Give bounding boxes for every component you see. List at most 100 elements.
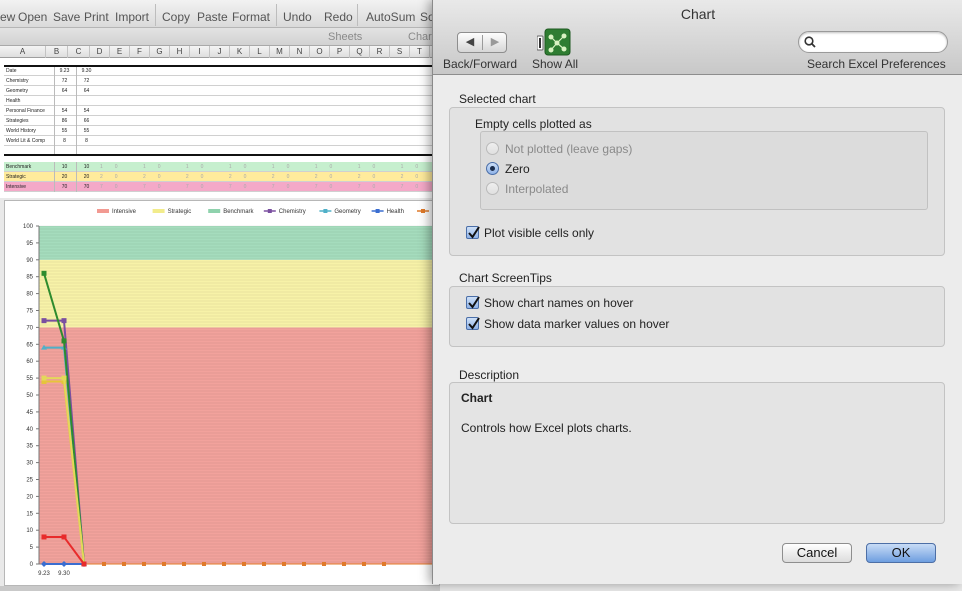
cell-b[interactable]: 8 bbox=[54, 136, 74, 146]
table-row[interactable]: Strategic 2020 20 20 20 20 20 20 20 20 20 … bbox=[4, 172, 440, 182]
column-header[interactable]: D bbox=[90, 46, 110, 58]
column-header[interactable]: G bbox=[150, 46, 170, 58]
table-row[interactable]: World History 55 55 bbox=[4, 126, 440, 136]
row-label: Intensive bbox=[6, 184, 27, 190]
ribbon-tab-charts[interactable]: Char bbox=[408, 31, 432, 43]
column-header[interactable]: J bbox=[210, 46, 230, 58]
column-header[interactable]: R bbox=[370, 46, 390, 58]
column-header[interactable]: F bbox=[130, 46, 150, 58]
cell-c[interactable]: 9.30 bbox=[76, 66, 96, 76]
selected-chart-title: Selected chart bbox=[459, 92, 536, 106]
toolbar-format[interactable]: Format bbox=[232, 10, 270, 24]
cell-repeat: 10 10 10 10 10 10 10 10 10 10 10 10 10 1… bbox=[100, 164, 440, 170]
cell-c[interactable]: 54 bbox=[76, 106, 96, 116]
radio-interpolated[interactable] bbox=[486, 182, 499, 195]
column-header[interactable]: C bbox=[68, 46, 90, 58]
ribbon-tab-sheets[interactable]: Sheets bbox=[328, 31, 362, 43]
cell-b[interactable]: 10 bbox=[54, 162, 74, 172]
search-input[interactable] bbox=[798, 31, 948, 53]
back-arrow-icon[interactable]: ◀ bbox=[458, 33, 482, 52]
column-header[interactable]: T bbox=[410, 46, 430, 58]
table-row[interactable]: Health bbox=[4, 96, 440, 106]
toolbar-save[interactable]: Save bbox=[53, 10, 80, 24]
cell-repeat bbox=[100, 126, 440, 136]
cell-b[interactable]: 20 bbox=[54, 172, 74, 182]
excel-ribbon: Sheets Char bbox=[0, 28, 440, 46]
legend-swatch bbox=[97, 209, 109, 213]
column-header[interactable]: K bbox=[230, 46, 250, 58]
sheet-tabs[interactable] bbox=[0, 586, 440, 591]
ok-button[interactable]: OK bbox=[866, 543, 936, 563]
cell-b[interactable]: 64 bbox=[54, 86, 74, 96]
toolbar-import[interactable]: Import bbox=[115, 10, 149, 24]
column-header[interactable]: B bbox=[46, 46, 68, 58]
toolbar-autosum[interactable]: AutoSum bbox=[366, 10, 415, 24]
table-row[interactable]: Intensive 7070 70 70 70 70 70 70 70 70 70 … bbox=[4, 182, 440, 192]
column-header[interactable]: S bbox=[390, 46, 410, 58]
column-header[interactable]: M bbox=[270, 46, 290, 58]
spreadsheet-grid[interactable]: Date 9.23 9.30 Chemistry 72 72 Geometry 64 64 Hea… bbox=[0, 58, 440, 198]
column-header[interactable]: I bbox=[190, 46, 210, 58]
column-header[interactable]: Q bbox=[350, 46, 370, 58]
cell-b[interactable]: 9.23 bbox=[54, 66, 74, 76]
search-icon bbox=[804, 36, 816, 48]
cancel-button[interactable]: Cancel bbox=[782, 543, 852, 563]
table-row[interactable]: Chemistry 72 72 bbox=[4, 76, 440, 86]
cell-b[interactable]: 86 bbox=[54, 116, 74, 126]
cell-c[interactable]: 10 bbox=[76, 162, 96, 172]
cell-b[interactable]: 72 bbox=[54, 76, 74, 86]
cell-b[interactable]: 54 bbox=[54, 106, 74, 116]
column-header[interactable]: A bbox=[0, 46, 46, 58]
table-row[interactable]: Strategies 86 66 bbox=[4, 116, 440, 126]
legend-label: Chemistry bbox=[279, 209, 306, 215]
cell-c[interactable]: 66 bbox=[76, 116, 96, 126]
cell-b[interactable]: 55 bbox=[54, 126, 74, 136]
column-header[interactable]: E bbox=[110, 46, 130, 58]
forward-arrow-icon[interactable]: ▶ bbox=[483, 33, 507, 52]
toolbar-undo[interactable]: Undo bbox=[283, 10, 312, 24]
cell-b[interactable]: 70 bbox=[54, 182, 74, 192]
column-header[interactable]: L bbox=[250, 46, 270, 58]
back-forward-control[interactable]: ◀ ▶ bbox=[457, 32, 507, 53]
radio-not-plotted[interactable] bbox=[486, 142, 499, 155]
table-row[interactable]: Benchmark 1010 10 10 10 10 10 10 10 10 10 … bbox=[4, 162, 440, 172]
line-chart[interactable]: 0 5 10 15 20 25 30 35 40 45 50 55 60 65 70 75 80 85 90 95 10… bbox=[5, 201, 441, 587]
column-header[interactable]: O bbox=[310, 46, 330, 58]
column-header[interactable]: H bbox=[170, 46, 190, 58]
radio-zero[interactable] bbox=[486, 162, 499, 175]
table-row[interactable]: World Lit & Comp 8 8 bbox=[4, 136, 440, 146]
chart-object[interactable]: 0 5 10 15 20 25 30 35 40 45 50 55 60 65 70 75 80 85 90 95 10… bbox=[4, 200, 440, 586]
cell-c[interactable]: 64 bbox=[76, 86, 96, 96]
cell-c[interactable] bbox=[76, 96, 96, 106]
cell-c[interactable]: 70 bbox=[76, 182, 96, 192]
table-row[interactable]: Personal Finance 54 54 bbox=[4, 106, 440, 116]
series-marker bbox=[41, 318, 47, 324]
empty-cells-title: Empty cells plotted as bbox=[475, 117, 592, 131]
toolbar-new[interactable]: ew bbox=[0, 10, 15, 24]
row-label: Strategic bbox=[6, 174, 26, 180]
table-row[interactable]: Date 9.23 9.30 bbox=[4, 66, 440, 76]
toolbar-open[interactable]: Open bbox=[18, 10, 47, 24]
show-all-icon[interactable] bbox=[537, 28, 571, 56]
cell-c[interactable]: 72 bbox=[76, 76, 96, 86]
show-names-checkbox[interactable] bbox=[466, 296, 480, 309]
column-header[interactable]: N bbox=[290, 46, 310, 58]
column-header[interactable]: P bbox=[330, 46, 350, 58]
screentips-title: Chart ScreenTips bbox=[459, 271, 552, 285]
toolbar-redo[interactable]: Redo bbox=[324, 10, 353, 24]
cell-b[interactable] bbox=[54, 96, 74, 106]
cell-c[interactable]: 8 bbox=[76, 136, 96, 146]
show-values-checkbox[interactable] bbox=[466, 317, 480, 330]
table-row[interactable]: Geometry 64 64 bbox=[4, 86, 440, 96]
toolbar-print[interactable]: Print bbox=[84, 10, 109, 24]
toolbar-copy[interactable]: Copy bbox=[162, 10, 190, 24]
series-marker bbox=[61, 318, 67, 324]
toolbar-paste[interactable]: Paste bbox=[197, 10, 228, 24]
series-marker bbox=[61, 534, 67, 540]
plot-visible-checkbox[interactable] bbox=[466, 226, 480, 239]
row-label: Strategies bbox=[6, 118, 29, 124]
cell-c[interactable]: 55 bbox=[76, 126, 96, 136]
show-all-label[interactable]: Show All bbox=[532, 57, 578, 71]
cell-c[interactable]: 20 bbox=[76, 172, 96, 182]
y-tick-label: 30 bbox=[26, 461, 33, 467]
